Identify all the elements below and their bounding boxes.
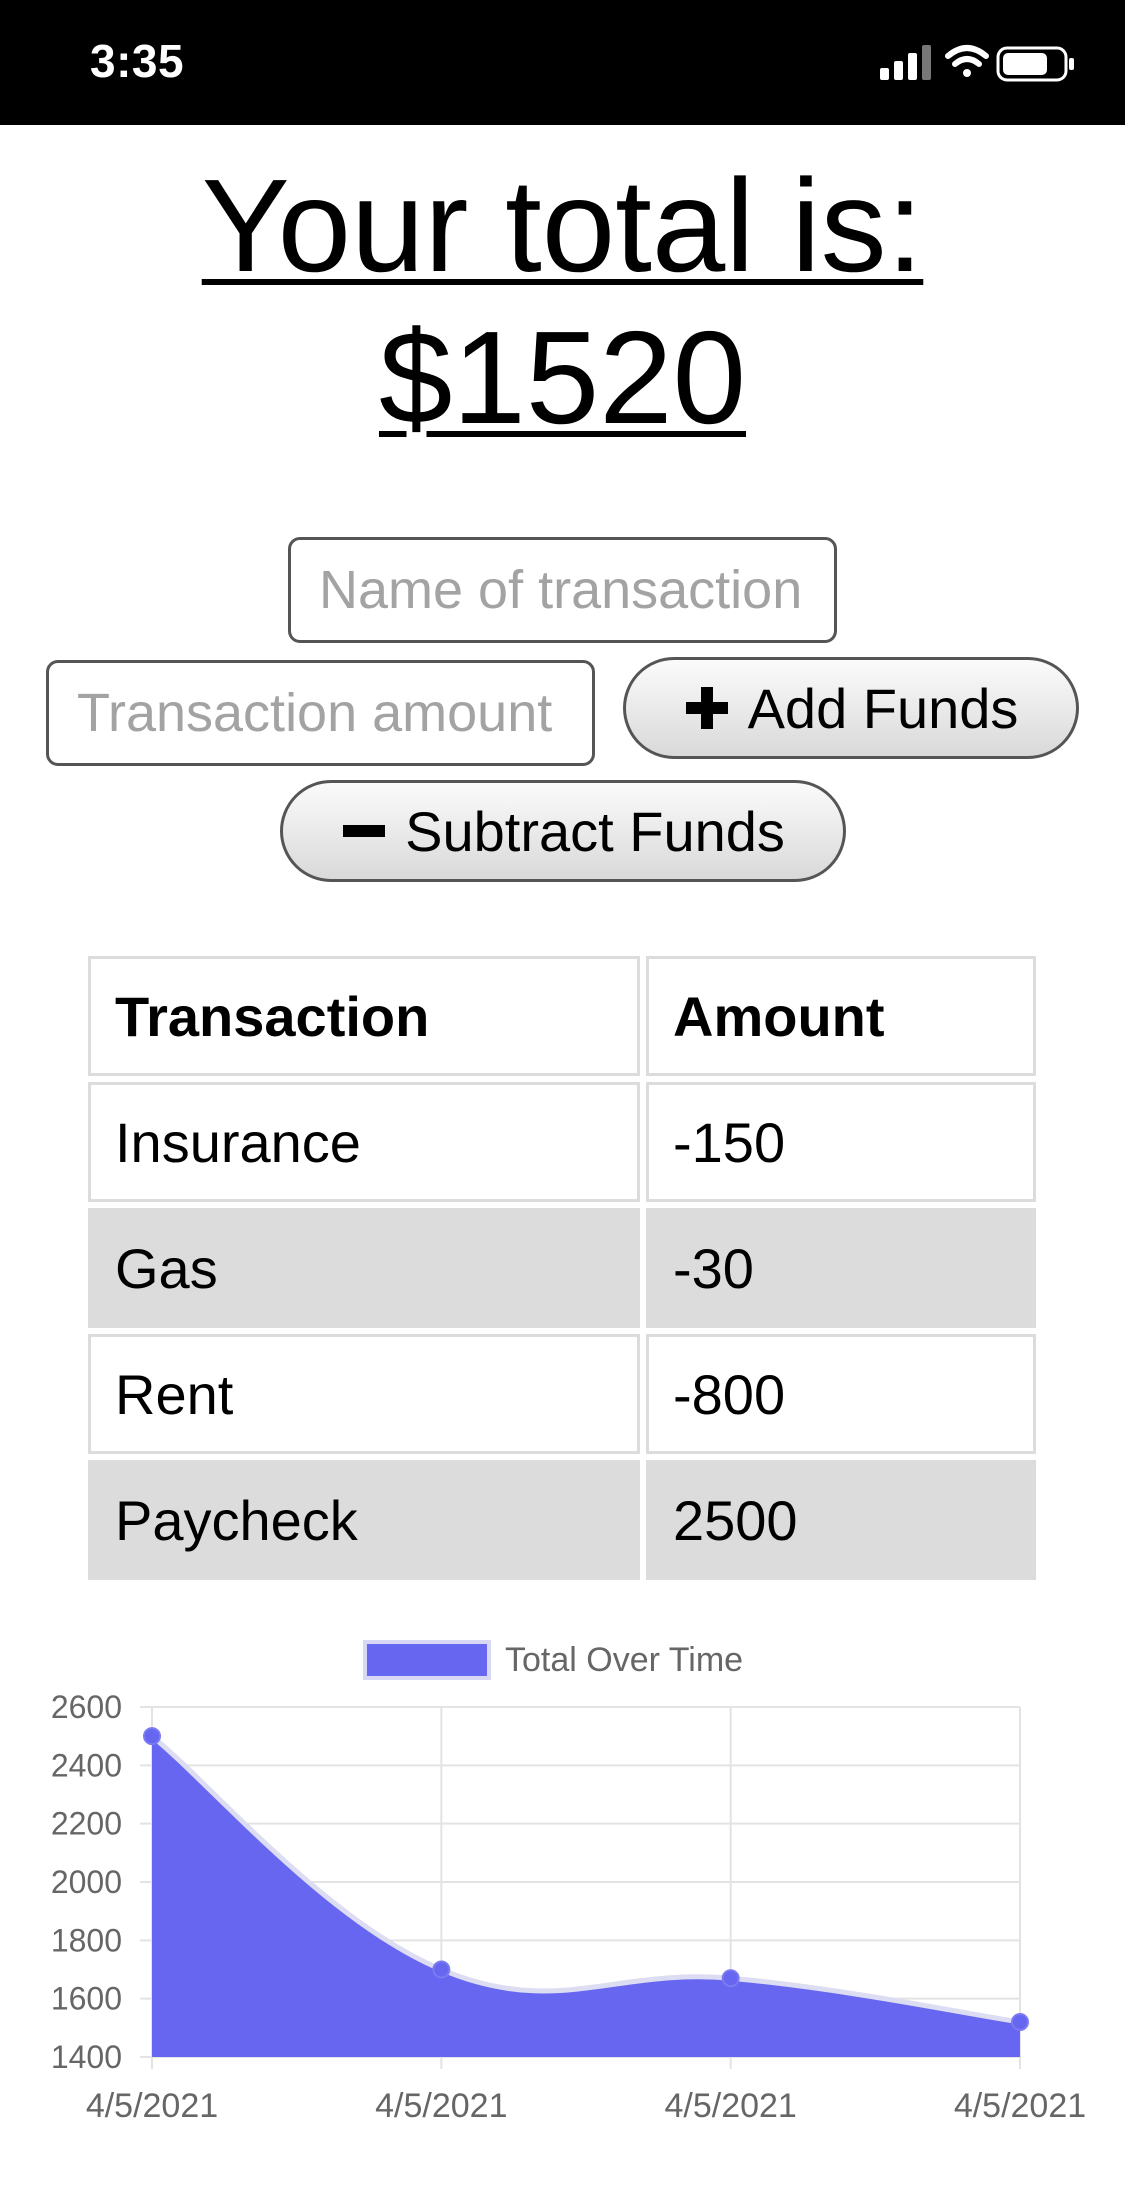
table-row: Paycheck 2500 [88, 1460, 1036, 1580]
y-tick-label: 2000 [51, 1864, 122, 1900]
add-funds-label: Add Funds [747, 676, 1019, 740]
chart-y-ticks: 1400 1600 1800 2000 2200 2400 2600 [51, 1689, 122, 2075]
chart-legend: Total Over Time [363, 1640, 743, 1680]
plus-icon [685, 687, 728, 729]
table-row: Insurance -150 [88, 1082, 1036, 1202]
data-point [143, 1727, 161, 1746]
status-time: 3:35 [90, 35, 185, 87]
legend-label: Total Over Time [505, 1641, 743, 1679]
y-tick-label: 2400 [51, 1747, 122, 1783]
data-point [1011, 2013, 1029, 2031]
cellular-signal-icon [880, 45, 931, 80]
subtract-funds-button[interactable]: Subtract Funds [280, 780, 846, 882]
total-heading-label: Your total is: [201, 152, 924, 299]
legend-swatch [363, 1640, 491, 1680]
total-amount: $1520 [378, 304, 747, 451]
transaction-amount-cell: -800 [646, 1334, 1036, 1454]
y-tick-label: 1400 [51, 2039, 122, 2075]
add-funds-button[interactable]: Add Funds [623, 657, 1079, 759]
transaction-amount-input[interactable] [46, 660, 595, 766]
y-tick-label: 2200 [51, 1806, 122, 1842]
table-row: Rent -800 [88, 1334, 1036, 1454]
battery-icon [996, 46, 1074, 82]
transaction-name-input[interactable] [288, 537, 837, 643]
transaction-name-cell: Gas [88, 1208, 640, 1328]
total-over-time-chart: Total Over Time 1400 1600 1800 2000 2200 2400… [51, 1640, 1086, 2125]
x-tick-label: 4/5/2021 [375, 2087, 507, 2125]
column-header-transaction: Transaction [88, 956, 640, 1076]
table-header-row: Transaction Amount [88, 956, 1036, 1076]
x-tick-label: 4/5/2021 [954, 2087, 1086, 2125]
series-area-fill [152, 1736, 1020, 2057]
subtract-funds-label: Subtract Funds [405, 799, 785, 863]
x-tick-label: 4/5/2021 [86, 2087, 218, 2125]
status-icons [880, 45, 1074, 82]
transaction-name-cell: Insurance [88, 1082, 640, 1202]
chart-x-ticks: 4/5/2021 4/5/2021 4/5/2021 4/5/2021 [86, 2087, 1086, 2125]
x-tick-label: 4/5/2021 [664, 2087, 796, 2125]
transaction-name-cell: Rent [88, 1334, 640, 1454]
table-row: Gas -30 [88, 1208, 1036, 1328]
wifi-icon [945, 45, 989, 77]
chart-area-series [150, 1734, 1021, 2057]
column-header-amount: Amount [646, 956, 1036, 1076]
y-tick-label: 2600 [51, 1689, 122, 1725]
transaction-amount-cell: 2500 [646, 1460, 1036, 1580]
total-heading: Your total is: $1520 [0, 150, 1125, 454]
transaction-amount-cell: -30 [646, 1208, 1036, 1328]
y-tick-label: 1600 [51, 1981, 122, 2017]
y-tick-label: 1800 [51, 1922, 122, 1958]
data-point [432, 1960, 451, 1979]
status-bar: 3:35 [0, 0, 1125, 125]
minus-icon [343, 825, 386, 837]
transaction-name-cell: Paycheck [88, 1460, 640, 1580]
transactions-table: Transaction Amount Insurance -150 Gas -3… [82, 950, 1042, 1586]
transaction-amount-cell: -150 [646, 1082, 1036, 1202]
data-point [721, 1969, 740, 1988]
